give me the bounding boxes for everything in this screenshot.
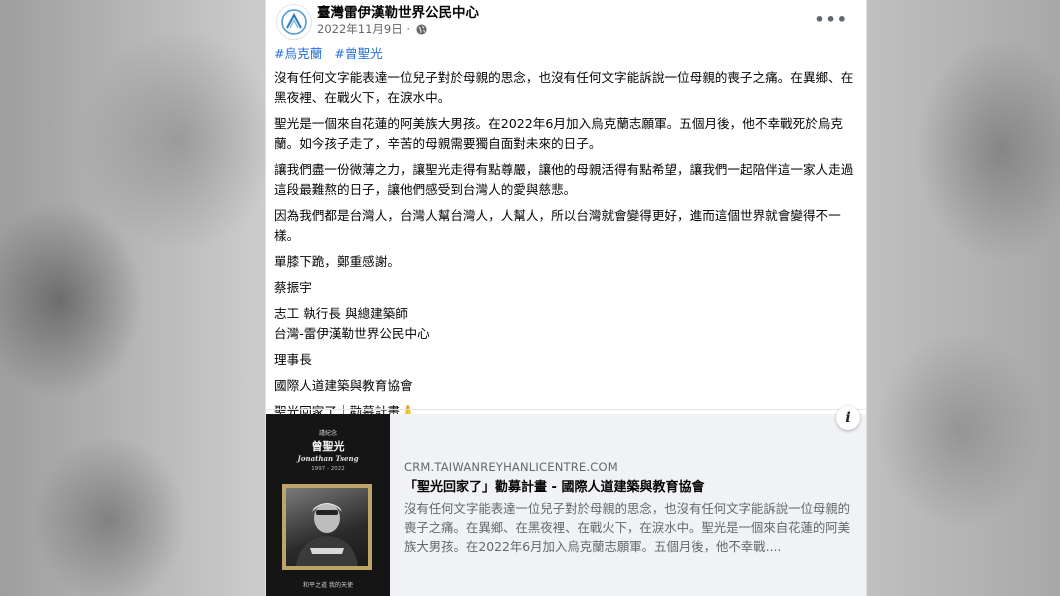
link-title[interactable]: 「聖光回家了」勸募計畫 - 國際人道建築與教育協會 (404, 476, 856, 495)
divider (266, 409, 866, 410)
link-description: 沒有任何文字能表達一位兒子對於母親的思念，也沒有任何文字能訴說一位母親的喪子之痛… (404, 501, 851, 554)
thumb-name-english: Jonathan Tseng (297, 454, 359, 463)
portrait-frame (282, 484, 372, 570)
page-logo-icon (281, 9, 307, 35)
page-name-link[interactable]: 臺灣雷伊漢勒世界公民中心 (317, 1, 479, 21)
link-text-block: CRM.TAIWANREYHANLICENTRE.COM 「聖光回家了」勸募計畫… (404, 460, 856, 556)
link-domain: CRM.TAIWANREYHANLICENTRE.COM (404, 460, 618, 474)
org-line: 國際人道建築與教育協會 (274, 378, 413, 393)
post-paragraph: 沒有任何文字能表達一位兒子對於母親的思念，也沒有任何文字能訴說一位母親的喪子之痛… (274, 70, 854, 105)
page-avatar[interactable] (276, 4, 312, 40)
thumb-memorial-label: 謹紀念 (318, 430, 337, 437)
post-body: #烏克蘭 #曾聖光 沒有任何文字能表達一位兒子對於母親的思念，也沒有任何文字能訴… (274, 44, 858, 428)
globe-icon[interactable] (416, 24, 427, 38)
title-line: 理事長 (274, 352, 312, 367)
signature-line: 志工 執行長 與總建築師 (274, 306, 408, 321)
post-paragraph: 讓我們盡一份微薄之力，讓聖光走得有點尊嚴，讓他的母親活得有點希望，讓我們一起陪伴… (274, 162, 854, 197)
hashtag-name[interactable]: #曾聖光 (334, 46, 382, 61)
meta-separator: · (406, 22, 411, 36)
post-paragraph: 因為我們都是台灣人，台灣人幫台灣人，人幫人，所以台灣就會變得更好，進而這個世界就… (274, 208, 841, 243)
more-options-icon[interactable]: ••• (814, 10, 848, 29)
post-header: 臺灣雷伊漢勒世界公民中心 2022年11月9日 · ••• (266, 0, 866, 40)
signature-line: 台灣-雷伊漢勒世界公民中心 (274, 326, 430, 341)
portrait-photo (286, 488, 368, 566)
link-preview-card[interactable]: 謹紀念 曾聖光 Jonathan Tseng 1997 - 2022 和平之道 … (266, 414, 866, 596)
hashtag-ukraine[interactable]: #烏克蘭 (274, 46, 322, 61)
post-paragraph: 單膝下跪，鄭重感謝。 (274, 254, 400, 269)
info-icon[interactable]: i (836, 406, 860, 430)
post-author-name: 蔡振宇 (274, 280, 312, 295)
link-thumbnail: 謹紀念 曾聖光 Jonathan Tseng 1997 - 2022 和平之道 … (266, 414, 390, 596)
thumb-years: 1997 - 2022 (311, 466, 345, 472)
post-meta: 2022年11月9日 · (317, 21, 427, 38)
post-paragraph: 聖光是一個來自花蓮的阿美族大男孩。在2022年6月加入烏克蘭志願軍。五個月後，他… (274, 116, 844, 151)
thumb-name-chinese: 曾聖光 (311, 440, 345, 453)
post-date[interactable]: 2022年11月9日 (317, 22, 403, 36)
facebook-post-card: 臺灣雷伊漢勒世界公民中心 2022年11月9日 · ••• #烏克蘭 #曾聖光 … (266, 0, 866, 596)
hashtag-row: #烏克蘭 #曾聖光 (274, 44, 858, 64)
thumb-caption: 和平之道 我的天使 (303, 582, 353, 589)
